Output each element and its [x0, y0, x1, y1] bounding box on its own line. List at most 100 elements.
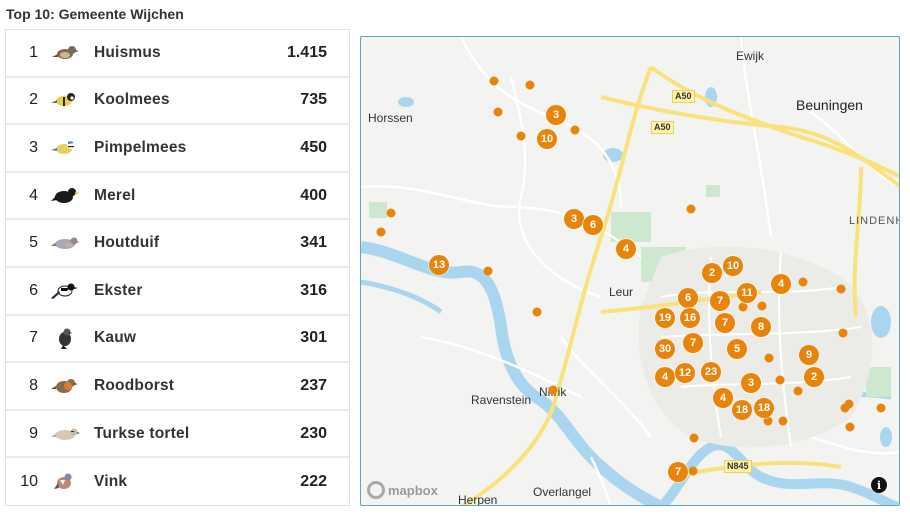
observation-marker[interactable]: [493, 107, 503, 117]
robin-icon: [48, 371, 84, 401]
cluster-marker[interactable]: 4: [771, 274, 791, 294]
chaffinch-icon: [48, 467, 84, 497]
observation-marker[interactable]: [876, 403, 886, 413]
cluster-marker[interactable]: 7: [715, 313, 735, 333]
list-item[interactable]: 4 Merel 400: [6, 173, 349, 221]
place-horssen: Horssen: [368, 111, 413, 125]
cluster-marker[interactable]: 30: [655, 339, 675, 359]
great-tit-icon: [48, 85, 84, 115]
bird-name: Koolmees: [94, 91, 170, 109]
cluster-marker[interactable]: 13: [429, 255, 449, 275]
cluster-marker[interactable]: 11: [737, 283, 757, 303]
observation-marker[interactable]: [386, 208, 396, 218]
cluster-marker[interactable]: 18: [732, 400, 752, 420]
place-ravenstein: Ravenstein: [471, 393, 532, 407]
bird-name: Huismus: [94, 43, 161, 61]
observation-marker[interactable]: [838, 328, 848, 338]
observation-marker[interactable]: [688, 466, 698, 476]
bird-count: 237: [300, 376, 327, 394]
observation-marker[interactable]: [689, 433, 699, 443]
observation-marker[interactable]: [778, 416, 788, 426]
info-icon[interactable]: i: [871, 477, 887, 493]
bird-count: 230: [300, 424, 327, 442]
observation-marker[interactable]: [798, 277, 808, 287]
magpie-icon: [48, 276, 84, 306]
observation-marker[interactable]: [548, 385, 558, 395]
observation-marker[interactable]: [757, 301, 767, 311]
cluster-marker[interactable]: 4: [655, 367, 675, 387]
road-n845-shield: N845: [724, 460, 752, 473]
list-item[interactable]: 10 Vink 222: [6, 458, 349, 506]
place-beuningen: Beuningen: [796, 97, 863, 113]
place-overlangel: Overlangel: [533, 485, 592, 499]
bird-count: 341: [300, 234, 327, 252]
observation-marker[interactable]: [764, 353, 774, 363]
rank-number: 8: [29, 376, 38, 394]
cluster-marker[interactable]: 9: [799, 345, 819, 365]
bird-count: 316: [300, 281, 327, 299]
mapbox-logo[interactable]: mapbox: [367, 481, 438, 499]
observation-marker[interactable]: [775, 375, 785, 385]
map[interactable]: Ewijk Beuningen Horssen LINDENH Leur Rav…: [360, 36, 900, 506]
cluster-marker[interactable]: 7: [683, 333, 703, 353]
cluster-marker[interactable]: 10: [537, 129, 557, 149]
cluster-marker[interactable]: 5: [727, 339, 747, 359]
river-maas-east: [657, 440, 899, 505]
list-item[interactable]: 8 Roodborst 237: [6, 363, 349, 411]
cluster-marker[interactable]: 3: [741, 373, 761, 393]
list-item[interactable]: 3 Pimpelmees 450: [6, 125, 349, 173]
cluster-marker[interactable]: 3: [546, 105, 566, 125]
cluster-marker[interactable]: 4: [616, 239, 636, 259]
observation-marker[interactable]: [686, 204, 696, 214]
observation-marker[interactable]: [836, 284, 846, 294]
list-item[interactable]: 2 Koolmees 735: [6, 78, 349, 126]
rank-number: 3: [29, 138, 38, 156]
observation-marker[interactable]: [483, 266, 493, 276]
list-item[interactable]: 5 Houtduif 341: [6, 220, 349, 268]
cluster-marker[interactable]: 23: [701, 362, 721, 382]
cluster-marker[interactable]: 7: [710, 291, 730, 311]
list-item[interactable]: 7 Kauw 301: [6, 316, 349, 364]
list-item[interactable]: 9 Turkse tortel 230: [6, 411, 349, 459]
cluster-marker[interactable]: 12: [675, 363, 695, 383]
observation-marker[interactable]: [516, 131, 526, 141]
rank-number: 2: [29, 91, 38, 109]
cluster-marker[interactable]: 10: [723, 256, 743, 276]
observation-marker[interactable]: [845, 422, 855, 432]
observation-marker[interactable]: [793, 386, 803, 396]
wood-pigeon-icon: [48, 228, 84, 258]
bird-count: 1.415: [286, 43, 327, 61]
cluster-marker[interactable]: 19: [655, 308, 675, 328]
cluster-marker[interactable]: 8: [751, 317, 771, 337]
observation-marker[interactable]: [738, 302, 748, 312]
bird-count: 735: [300, 91, 327, 109]
sparrow-icon: [48, 38, 84, 68]
cluster-marker[interactable]: 6: [678, 288, 698, 308]
place-lindenholt: LINDENH: [849, 215, 900, 227]
collared-dove-icon: [48, 419, 84, 449]
list-item[interactable]: 1 Huismus 1.415: [6, 30, 349, 78]
cluster-marker[interactable]: 18: [754, 398, 774, 418]
cluster-marker[interactable]: 4: [713, 388, 733, 408]
cluster-marker[interactable]: 16: [680, 308, 700, 328]
observation-marker[interactable]: [376, 227, 386, 237]
rank-number: 1: [29, 43, 38, 61]
rank-number: 7: [29, 329, 38, 347]
observation-marker[interactable]: [489, 76, 499, 86]
observation-marker[interactable]: [532, 307, 542, 317]
bird-name: Turkse tortel: [94, 424, 190, 442]
cluster-marker[interactable]: 2: [702, 263, 722, 283]
rank-number: 4: [29, 186, 38, 204]
observation-marker[interactable]: [844, 399, 854, 409]
observation-marker[interactable]: [570, 125, 580, 135]
cluster-marker[interactable]: 3: [564, 209, 584, 229]
bird-name: Vink: [94, 473, 128, 491]
place-herpen: Herpen: [458, 493, 498, 506]
list-item[interactable]: 6 Ekster 316: [6, 268, 349, 316]
top10-list: 1 Huismus 1.415 2 Koolmees 735 3 Pimpelmees 450 4…: [5, 29, 350, 506]
cluster-marker[interactable]: 2: [804, 367, 824, 387]
cluster-marker[interactable]: 6: [583, 215, 603, 235]
bird-name: Merel: [94, 186, 136, 204]
observation-marker[interactable]: [525, 80, 535, 90]
cluster-marker[interactable]: 7: [668, 462, 688, 482]
